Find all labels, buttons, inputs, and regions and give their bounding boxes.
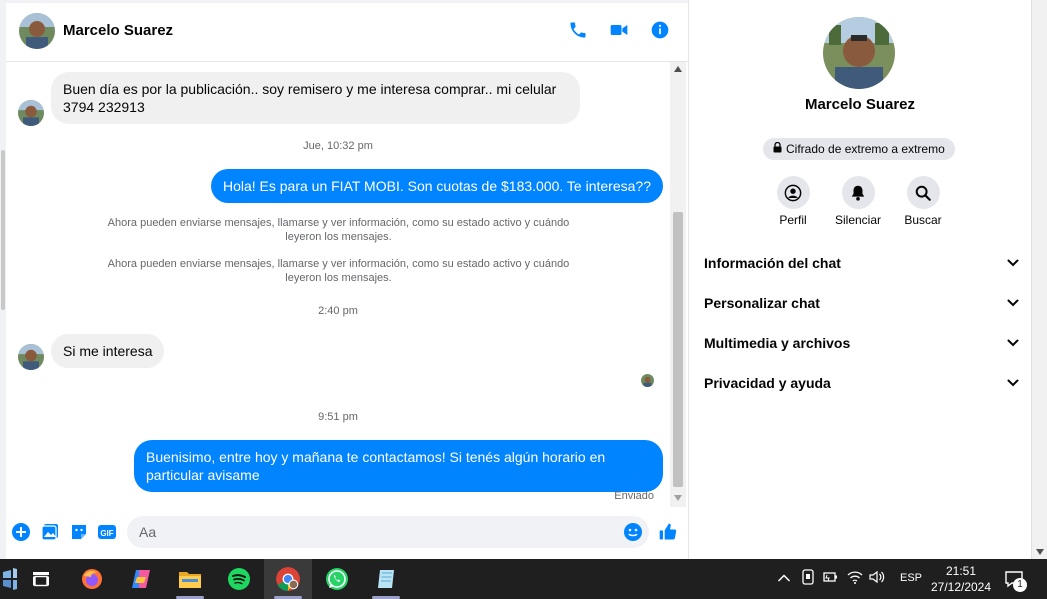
- message-bubble-incoming[interactable]: Buen día es por la publicación.. soy rem…: [51, 72, 580, 124]
- message-row-incoming: Si me interesa: [18, 334, 165, 370]
- header-actions: [567, 19, 670, 40]
- section-label: Privacidad y ayuda: [704, 375, 831, 391]
- chevron-down-icon: [1007, 259, 1019, 267]
- conversation-info-panel: Marcelo Suarez Cifrado de extremo a extr…: [689, 0, 1031, 559]
- contact-avatar[interactable]: [19, 12, 55, 49]
- clock-date: 27/12/2024: [930, 580, 992, 594]
- panel-avatar[interactable]: [823, 17, 895, 89]
- firefox-icon[interactable]: [72, 559, 112, 599]
- messenger-window: Marcelo Suarez Buen día es por la public…: [0, 0, 1047, 599]
- section-label: Multimedia y archivos: [704, 335, 851, 351]
- notification-badge: 1: [1013, 578, 1027, 592]
- message-bubble-outgoing[interactable]: Hola! Es para un FIAT MOBI. Son cuotas d…: [210, 169, 663, 203]
- message-status: Enviado: [614, 490, 654, 502]
- chevron-down-icon: [1007, 339, 1019, 347]
- bell-icon: [841, 176, 875, 209]
- system-tray: [777, 559, 885, 599]
- avatar-image: [823, 17, 895, 89]
- taskbar: ESP 21:51 27/12/2024 1: [0, 559, 1047, 599]
- spotify-icon[interactable]: [219, 559, 259, 599]
- battery-plug-icon[interactable]: [823, 570, 839, 589]
- avatar-image: [19, 12, 55, 49]
- encryption-badge[interactable]: Cifrado de extremo a extremo: [763, 138, 955, 160]
- panel-sections: Información del chat Personalizar chat M…: [704, 243, 1019, 403]
- start-icon[interactable]: [0, 559, 20, 599]
- section-customize-chat[interactable]: Personalizar chat: [704, 283, 1019, 323]
- clock[interactable]: 21:51 27/12/2024: [928, 563, 994, 595]
- phone-icon[interactable]: [567, 19, 588, 40]
- scroll-down-arrow[interactable]: [674, 495, 682, 501]
- page-scrollbar[interactable]: [1031, 0, 1047, 559]
- language-indicator[interactable]: ESP: [900, 572, 922, 584]
- notification-center-icon[interactable]: 1: [1004, 570, 1027, 593]
- timestamp: 9:51 pm: [318, 411, 358, 423]
- panel-contact-name: Marcelo Suarez: [804, 96, 916, 113]
- image-gallery-icon[interactable]: [40, 522, 60, 542]
- chat-scroll-thumb[interactable]: [673, 212, 683, 487]
- chrome-icon[interactable]: [264, 559, 312, 599]
- mute-action[interactable]: Silenciar: [823, 176, 893, 227]
- section-media-files[interactable]: Multimedia y archivos: [704, 323, 1019, 363]
- chevron-down-icon: [1007, 299, 1019, 307]
- message-input[interactable]: Aa: [127, 516, 649, 548]
- chevron-down-icon: [1007, 379, 1019, 387]
- avatar-image: [18, 100, 44, 126]
- scroll-up-arrow[interactable]: [674, 66, 682, 72]
- section-label: Información del chat: [704, 255, 841, 271]
- message-list[interactable]: Buen día es por la publicación.. soy rem…: [6, 62, 670, 507]
- whatsapp-icon[interactable]: [317, 559, 357, 599]
- gif-icon[interactable]: GIF: [97, 522, 117, 542]
- search-action[interactable]: Buscar: [888, 176, 958, 227]
- chevron-up-icon[interactable]: [777, 570, 791, 588]
- chat-header: Marcelo Suarez: [6, 0, 688, 62]
- section-chat-info[interactable]: Información del chat: [704, 243, 1019, 283]
- video-camera-icon[interactable]: [608, 19, 629, 40]
- section-privacy-help[interactable]: Privacidad y ayuda: [704, 363, 1019, 403]
- page-scroll-down-arrow[interactable]: [1036, 549, 1044, 555]
- message-row-outgoing: Hola! Es para un FIAT MOBI. Son cuotas d…: [210, 169, 663, 203]
- notes-app-icon[interactable]: [366, 559, 406, 599]
- contact-name[interactable]: Marcelo Suarez: [63, 22, 173, 39]
- encryption-label: Cifrado de extremo a extremo: [786, 142, 945, 156]
- file-explorer-icon[interactable]: [170, 559, 210, 599]
- sender-avatar[interactable]: [18, 344, 44, 370]
- info-icon[interactable]: [649, 19, 670, 40]
- message-bubble-incoming[interactable]: Si me interesa: [51, 334, 165, 368]
- timestamp: 2:40 pm: [318, 305, 358, 317]
- plus-icon[interactable]: [11, 522, 31, 542]
- avatar-image: [18, 344, 44, 370]
- message-row-outgoing: Buenisimo, entre hoy y mañana te contact…: [134, 440, 663, 492]
- device-icon[interactable]: [801, 568, 815, 590]
- sender-avatar[interactable]: [18, 100, 44, 126]
- timestamp: Jue, 10:32 pm: [303, 140, 373, 152]
- mute-label: Silenciar: [834, 213, 882, 227]
- wifi-icon[interactable]: [847, 570, 863, 589]
- search-label: Buscar: [904, 213, 942, 227]
- copilot-icon[interactable]: [121, 559, 161, 599]
- profile-label: Perfil: [779, 213, 807, 227]
- like-icon[interactable]: [658, 522, 678, 542]
- system-note: Ahora pueden enviarse mensajes, llamarse…: [107, 217, 570, 243]
- system-note: Ahora pueden enviarse mensajes, llamarse…: [107, 258, 570, 284]
- read-receipt-avatar: [641, 374, 654, 387]
- svg-text:GIF: GIF: [100, 529, 113, 538]
- sticker-icon[interactable]: [69, 522, 89, 542]
- lock-icon: [773, 138, 782, 160]
- search-icon: [906, 176, 940, 209]
- message-row-incoming: Buen día es por la publicación.. soy rem…: [18, 72, 580, 126]
- profile-icon: [776, 176, 810, 209]
- chat-scrollbar[interactable]: [670, 62, 686, 507]
- volume-icon[interactable]: [869, 570, 885, 589]
- clock-time: 21:51: [945, 564, 977, 578]
- section-label: Personalizar chat: [704, 295, 820, 311]
- message-bubble-outgoing[interactable]: Buenisimo, entre hoy y mañana te contact…: [134, 440, 663, 492]
- task-view-icon[interactable]: [21, 559, 61, 599]
- composer: GIF Aa: [6, 510, 688, 555]
- profile-action[interactable]: Perfil: [758, 176, 828, 227]
- emoji-icon[interactable]: [623, 522, 643, 542]
- left-scroll-thumb[interactable]: [1, 150, 5, 310]
